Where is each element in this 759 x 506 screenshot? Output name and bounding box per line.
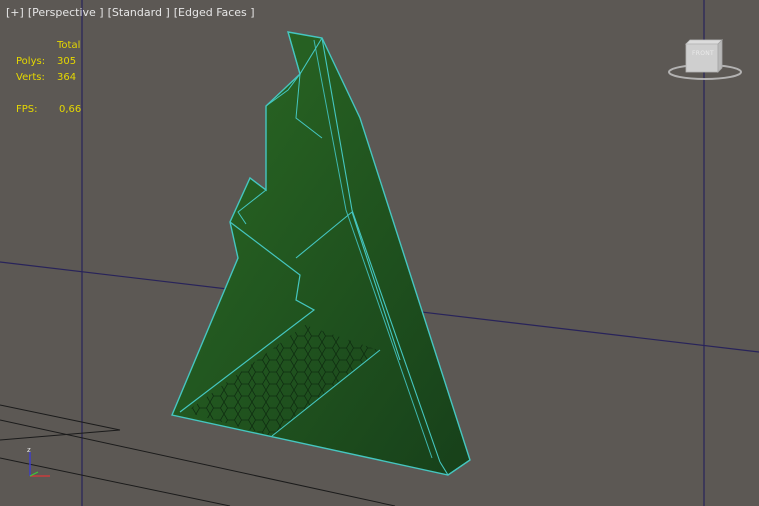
- verts-label: Verts:: [16, 72, 45, 83]
- polys-label: Polys:: [16, 56, 46, 67]
- viewcube-face-label: FRONT: [692, 50, 714, 57]
- viewport-menu-plus[interactable]: [+]: [6, 6, 24, 19]
- ground-line: [0, 404, 121, 431]
- fps-value: 0,66: [59, 104, 82, 115]
- axis-z-label: z: [27, 446, 31, 454]
- viewport-menu-shading[interactable]: [Standard ]: [108, 6, 170, 19]
- perspective-viewport[interactable]: [+] [Perspective ] [Standard ] [Edged Fa…: [0, 0, 759, 506]
- triangle-model[interactable]: [171, 31, 471, 476]
- fps-label: FPS:: [16, 104, 38, 115]
- statistics-overlay: Total Polys: 305 Verts: 364 FPS: 0,66: [16, 38, 81, 118]
- stats-polys-row: Polys: 305: [16, 54, 81, 70]
- axis-tripod-icon: [29, 452, 50, 477]
- stats-verts-row: Verts: 364: [16, 70, 81, 86]
- polys-value: 305: [57, 56, 77, 67]
- viewcube-icon[interactable]: [668, 38, 742, 84]
- ground-line: [0, 429, 121, 441]
- viewport-menu-perspective[interactable]: [Perspective ]: [28, 6, 104, 19]
- stats-header: Total: [57, 40, 81, 51]
- viewport-menu-display-mode[interactable]: [Edged Faces ]: [174, 6, 255, 19]
- viewport-label-menu[interactable]: [+] [Perspective ] [Standard ] [Edged Fa…: [6, 6, 255, 19]
- stats-fps-row: FPS: 0,66: [16, 102, 81, 118]
- verts-value: 364: [57, 72, 77, 83]
- scene-canvas[interactable]: [0, 0, 759, 506]
